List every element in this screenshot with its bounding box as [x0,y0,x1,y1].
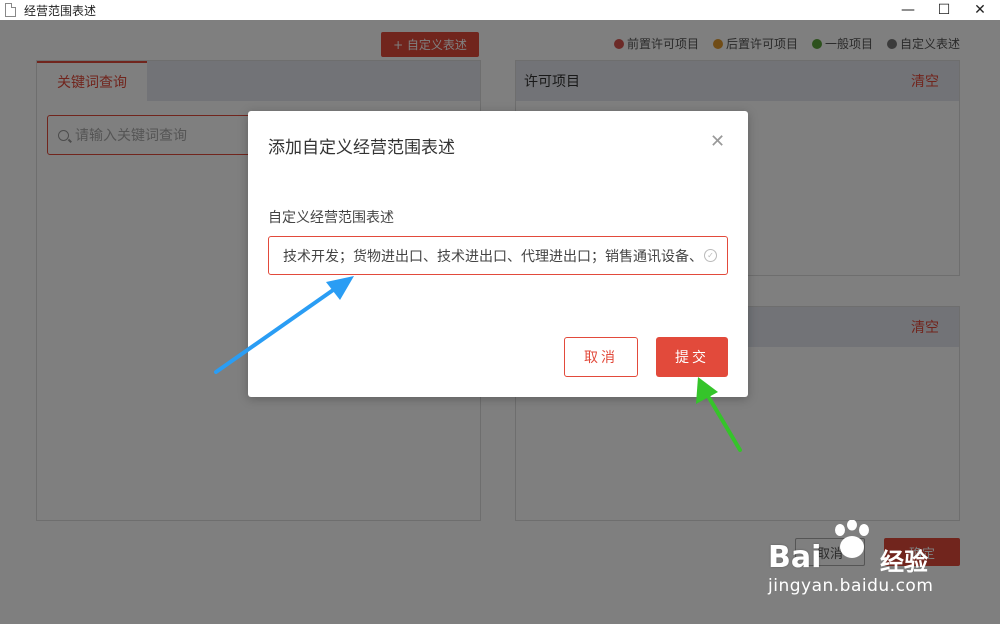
watermark-url: jingyan.baidu.com [768,576,934,596]
check-circle-icon: ✓ [704,249,717,262]
maximize-button[interactable]: ☐ [926,0,962,20]
dialog-cancel-button[interactable]: 取消 [564,337,638,377]
field-label: 自定义经营范围表述 [268,210,394,226]
watermark-brand: Bai [768,540,822,575]
close-icon[interactable]: ✕ [710,131,725,152]
custom-scope-value: 技术开发；货物进出口、技术进出口、代理进出口；销售通讯设备、 [283,248,698,265]
window-titlebar: 经营范围表述 — ☐ ✕ [0,0,1000,20]
window-close-button[interactable]: ✕ [962,0,998,20]
window-title: 经营范围表述 [24,4,97,18]
dialog-title: 添加自定义经营范围表述 [268,138,455,158]
paw-logo-icon [835,520,869,558]
dialog-submit-button[interactable]: 提交 [656,337,728,377]
baidu-jingyan-watermark: Bai 经验 jingyan.baidu.com [768,520,968,604]
document-icon [5,3,16,17]
add-custom-scope-dialog: 添加自定义经营范围表述 ✕ 自定义经营范围表述 技术开发；货物进出口、技术进出口… [248,111,748,397]
custom-scope-input[interactable]: 技术开发；货物进出口、技术进出口、代理进出口；销售通讯设备、 ✓ [268,236,728,275]
minimize-button[interactable]: — [890,0,926,20]
watermark-brand-suffix: 经验 [880,548,928,576]
